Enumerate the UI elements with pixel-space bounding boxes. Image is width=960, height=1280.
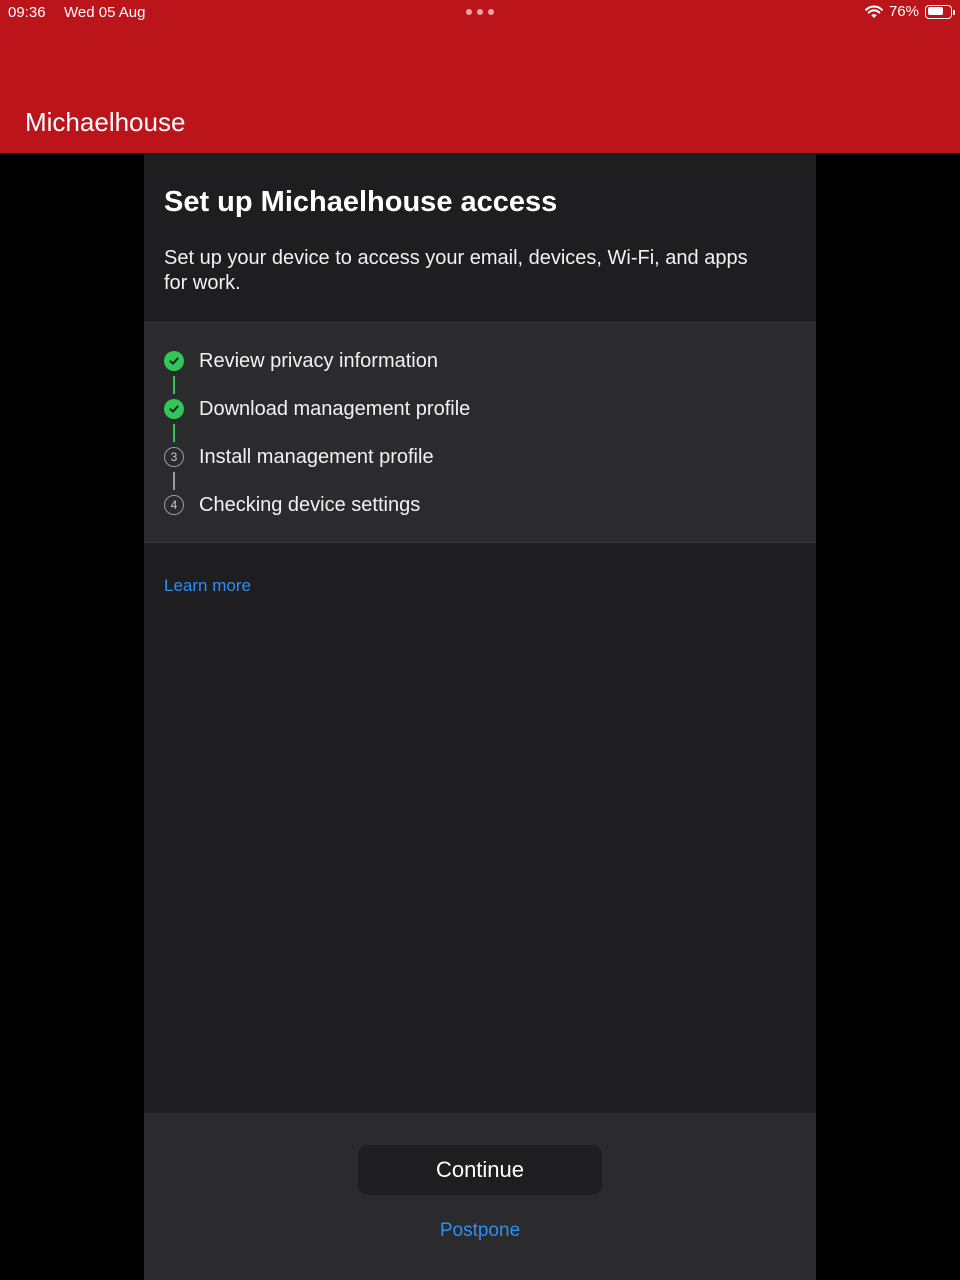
page-title: Set up Michaelhouse access (164, 186, 558, 218)
battery-icon (925, 4, 955, 19)
step-number-icon: 4 (164, 495, 184, 515)
setup-panel: Set up Michaelhouse access Set up your d… (144, 153, 816, 1280)
battery-fill (927, 7, 944, 15)
postpone-link[interactable]: Postpone (144, 1220, 816, 1242)
checkmark-icon (164, 351, 184, 371)
step-label: Review privacy information (199, 349, 438, 372)
step-check-settings: 4 Checking device settings (164, 493, 420, 517)
step-install-profile: 3 Install management profile (164, 445, 434, 469)
footer-actions: Continue Postpone (144, 1113, 816, 1280)
step-label: Install management profile (199, 445, 434, 468)
step-label: Download management profile (199, 397, 471, 420)
app-title: Michaelhouse (25, 107, 186, 137)
step-number-icon: 3 (164, 447, 184, 467)
status-indicators: 76% (864, 3, 955, 20)
step-review-privacy: Review privacy information (164, 349, 438, 373)
setup-steps: Review privacy information Download mana… (144, 322, 816, 543)
step-connector (173, 376, 175, 394)
step-label: Checking device settings (199, 493, 421, 516)
app-header: 09:36 Wed 05 Aug 76% Michaelhouse (0, 0, 960, 153)
battery-percent: 76% (888, 3, 919, 20)
continue-button[interactable]: Continue (358, 1145, 602, 1195)
checkmark-icon (164, 399, 184, 419)
status-date: Wed 05 Aug (64, 4, 146, 21)
status-bar: 09:36 Wed 05 Aug 76% (0, 0, 960, 26)
status-time: 09:36 (8, 4, 46, 21)
step-connector (173, 472, 175, 490)
wifi-icon (864, 5, 883, 18)
page-description: Set up your device to access your email,… (164, 247, 748, 294)
step-connector (173, 424, 175, 442)
step-download-profile: Download management profile (164, 397, 470, 421)
multitasking-dots-icon[interactable] (466, 9, 494, 17)
intro-section: Set up Michaelhouse access Set up your d… (144, 153, 816, 322)
learn-more-link[interactable]: Learn more (164, 576, 251, 596)
